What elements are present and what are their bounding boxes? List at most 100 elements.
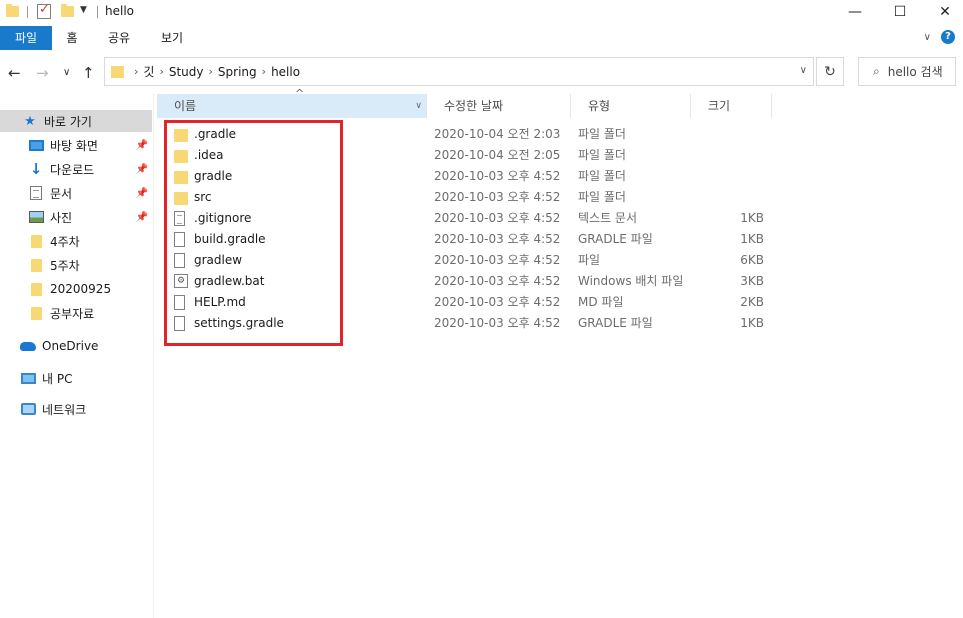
breadcrumb-separator-icon[interactable]: › xyxy=(209,65,213,78)
network-icon xyxy=(20,402,36,416)
column-header: ^ 이름 ∨ 수정한 날짜 유형 크기 xyxy=(157,88,772,118)
address-dropdown-icon[interactable]: ∨ xyxy=(800,65,807,76)
file-type: 파일 폴더 xyxy=(578,148,626,162)
up-arrow-icon[interactable]: ↑ xyxy=(82,64,95,82)
quick-access-dropdown-icon[interactable]: ▼ xyxy=(80,5,87,15)
sidebar-item-this-pc[interactable]: 내 PC xyxy=(0,367,152,389)
file-type: MD 파일 xyxy=(578,295,624,309)
divider xyxy=(97,6,98,18)
file-size xyxy=(712,145,764,166)
sidebar-item-folder[interactable]: 20200925 xyxy=(0,278,152,300)
file-date: 2020-10-03 오후 4:52 xyxy=(434,316,561,330)
sidebar-item-label: 20200925 xyxy=(50,282,112,296)
tab-view[interactable]: 보기 xyxy=(156,26,188,50)
sidebar-item-label: 사진 xyxy=(50,210,73,225)
sidebar-item-folder[interactable]: 4주차 xyxy=(0,230,152,252)
sidebar-item-documents[interactable]: 문서 📌 xyxy=(0,182,152,204)
sidebar-item-label: 4주차 xyxy=(50,234,80,249)
onedrive-icon xyxy=(20,339,36,353)
refresh-button[interactable]: ↻ xyxy=(816,57,844,86)
new-folder-icon[interactable] xyxy=(61,4,74,17)
properties-icon[interactable] xyxy=(37,2,51,19)
ribbon-controls: ∨ ? xyxy=(924,30,955,44)
breadcrumb-separator-icon[interactable]: › xyxy=(159,65,163,78)
sidebar-item-label: 바로 가기 xyxy=(44,114,92,129)
pin-icon: 📌 xyxy=(135,163,148,175)
file-date: 2020-10-03 오후 4:52 xyxy=(434,211,561,225)
minimize-button[interactable]: — xyxy=(832,0,878,24)
address-bar[interactable]: › 깃 › Study › Spring › hello ∨ xyxy=(104,57,814,86)
column-name[interactable]: ^ 이름 ∨ xyxy=(157,88,427,118)
tab-file[interactable]: 파일 xyxy=(0,26,52,50)
file-type: 파일 폴더 xyxy=(578,169,626,183)
sidebar-item-folder[interactable]: 공부자료 xyxy=(0,302,152,324)
window-title: hello xyxy=(105,4,134,18)
maximize-button[interactable]: ☐ xyxy=(877,0,923,24)
file-date: 2020-10-03 오후 4:52 xyxy=(434,190,561,204)
breadcrumb-separator-icon[interactable]: › xyxy=(134,65,138,78)
close-button[interactable]: ✕ xyxy=(922,0,963,24)
column-type[interactable]: 유형 xyxy=(571,94,691,118)
breadcrumb-item[interactable]: Study xyxy=(169,65,204,79)
recent-locations-chevron-icon[interactable]: ∨ xyxy=(63,67,70,78)
expand-ribbon-icon[interactable]: ∨ xyxy=(924,32,931,43)
sidebar-item-quick-access[interactable]: ★ 바로 가기 xyxy=(0,110,152,132)
file-type: 파일 폴더 xyxy=(578,190,626,204)
sidebar-item-label: 5주차 xyxy=(50,258,80,273)
navigation-pane: ★ 바로 가기 바탕 화면 📌 ↓ 다운로드 📌 문서 📌 사진 📌 4주차 5… xyxy=(0,94,154,618)
breadcrumb-item[interactable]: 깃 xyxy=(143,63,154,80)
help-button[interactable]: ? xyxy=(941,30,955,44)
column-date[interactable]: 수정한 날짜 xyxy=(427,94,571,118)
sort-ascending-icon: ^ xyxy=(295,87,305,100)
sidebar-item-network[interactable]: 네트워크 xyxy=(0,398,152,420)
sidebar-item-desktop[interactable]: 바탕 화면 📌 xyxy=(0,134,152,156)
file-date: 2020-10-04 오전 2:03 xyxy=(434,127,561,141)
file-size: 1KB xyxy=(740,232,764,246)
folder-icon xyxy=(28,258,44,272)
tab-home[interactable]: 홈 xyxy=(60,26,84,50)
file-date: 2020-10-03 오후 4:52 xyxy=(434,232,561,246)
column-size[interactable]: 크기 xyxy=(691,94,772,118)
file-date: 2020-10-04 오전 2:05 xyxy=(434,148,561,162)
breadcrumb-separator-icon[interactable]: › xyxy=(262,65,266,78)
column-type-label: 유형 xyxy=(588,99,611,113)
file-date: 2020-10-03 오후 4:52 xyxy=(434,253,561,267)
sidebar-item-pictures[interactable]: 사진 📌 xyxy=(0,206,152,228)
sidebar-item-folder[interactable]: 5주차 xyxy=(0,254,152,276)
tab-share[interactable]: 공유 xyxy=(103,26,135,50)
sidebar-item-onedrive[interactable]: OneDrive xyxy=(0,335,152,357)
sidebar-item-label: 다운로드 xyxy=(50,162,95,177)
column-name-label: 이름 xyxy=(174,99,197,113)
sidebar-item-label: 문서 xyxy=(50,186,73,201)
sidebar-item-label: 공부자료 xyxy=(50,306,95,321)
pin-icon: 📌 xyxy=(135,211,148,223)
pin-icon: 📌 xyxy=(135,139,148,151)
divider xyxy=(27,6,28,18)
highlight-box xyxy=(164,120,343,346)
title-bar: ▼ hello — ☐ ✕ xyxy=(0,0,963,24)
breadcrumb-item[interactable]: Spring xyxy=(218,65,257,79)
download-icon: ↓ xyxy=(29,160,43,178)
pc-icon xyxy=(20,371,36,385)
breadcrumb-item[interactable]: hello xyxy=(271,65,300,79)
ribbon: 파일 홈 공유 보기 ∨ ? xyxy=(0,26,963,50)
folder-icon xyxy=(28,306,44,320)
column-dropdown-icon[interactable]: ∨ xyxy=(415,94,422,118)
search-icon: ⌕ xyxy=(873,64,880,78)
file-type: Windows 배치 파일 xyxy=(578,274,684,288)
back-arrow-icon[interactable]: ← xyxy=(8,64,21,82)
search-input[interactable]: ⌕ hello 검색 xyxy=(858,57,956,86)
file-date: 2020-10-03 오후 4:52 xyxy=(434,274,561,288)
file-type: 파일 폴더 xyxy=(578,127,626,141)
forward-arrow-icon[interactable]: → xyxy=(36,64,49,82)
file-type: 파일 xyxy=(578,253,601,267)
sidebar-item-label: 바탕 화면 xyxy=(50,138,98,153)
file-type: GRADLE 파일 xyxy=(578,316,653,330)
sidebar-item-label: 네트워크 xyxy=(42,402,87,417)
documents-icon xyxy=(28,186,44,200)
column-date-label: 수정한 날짜 xyxy=(444,99,504,113)
navigation-bar: ← → ∨ ↑ › 깃 › Study › Spring › hello ∨ ↻… xyxy=(0,55,963,89)
file-type: 텍스트 문서 xyxy=(578,211,638,225)
search-placeholder: hello 검색 xyxy=(887,65,943,79)
sidebar-item-downloads[interactable]: ↓ 다운로드 📌 xyxy=(0,158,152,180)
